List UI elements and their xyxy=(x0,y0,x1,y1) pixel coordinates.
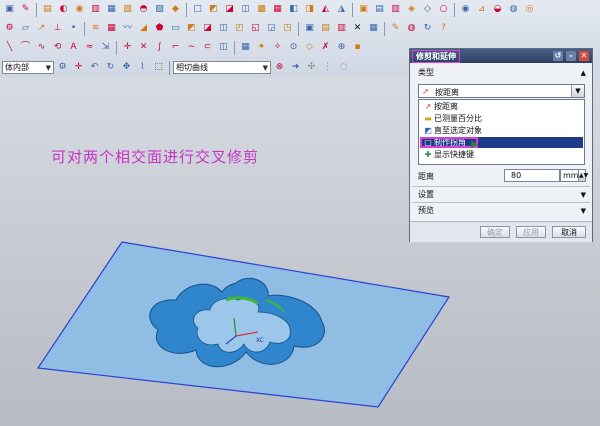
type-section-header[interactable]: 类型 ▲ xyxy=(412,67,590,79)
distance-spinner[interactable]: ▲▼ xyxy=(578,169,588,182)
distance-row: 距离 80 mm ▲▼ xyxy=(418,169,588,183)
apply-button[interactable]: 应用 xyxy=(516,226,546,238)
percent-icon: ▬ xyxy=(424,114,432,123)
annotation-text: 可对两个相交面进行交叉修剪 xyxy=(51,148,260,166)
xc-axis-label: XC xyxy=(256,337,264,344)
ok-button[interactable]: 确定 xyxy=(480,226,510,238)
chevron-up-icon: ▲ xyxy=(580,69,586,77)
type-section-label: 类型 xyxy=(418,68,434,77)
until-selected-icon: ◩ xyxy=(424,126,432,135)
type-option-shortcuts[interactable]: ✚ 显示快捷键 xyxy=(420,149,583,160)
type-option-percent[interactable]: ▬ 已测量百分比 xyxy=(420,113,583,124)
dialog-titlebar[interactable]: 修剪和延伸 ↺ – ✕ xyxy=(410,49,592,63)
dialog-title: 修剪和延伸 xyxy=(412,50,460,63)
type-option-label: 已测量百分比 xyxy=(434,114,482,123)
distance-icon: ↗ xyxy=(422,87,429,96)
cancel-button[interactable]: 取消 xyxy=(552,226,586,238)
shortcut-icon: ✚ xyxy=(424,150,432,159)
type-combo-value: 按距离 xyxy=(435,88,459,97)
trim-extend-dialog: 修剪和延伸 ↺ – ✕ 类型 ▲ ↗ 按距离 ▼ ↗ 按距离 ▬ 已测量百分比 … xyxy=(409,48,593,242)
type-option-distance[interactable]: ↗ 按距离 xyxy=(420,101,583,112)
preview-section-label: 预览 xyxy=(418,206,434,215)
dialog-button-bar: 确定 应用 取消 xyxy=(410,221,592,242)
close-icon[interactable]: ✕ xyxy=(579,51,589,61)
type-dropdown-list: ↗ 按距离 ▬ 已测量百分比 ◩ 直至选定对象 ▢ 制作拐角 ✚ 显示快捷键 xyxy=(418,99,585,165)
type-combo[interactable]: ↗ 按距离 ▼ xyxy=(418,84,585,98)
preview-section-header[interactable]: 预览 ▼ xyxy=(412,205,590,217)
type-option-label: 直至选定对象 xyxy=(434,126,482,135)
reset-icon[interactable]: ↺ xyxy=(553,51,563,61)
settings-section-label: 设置 xyxy=(418,190,434,199)
section-divider xyxy=(412,186,590,187)
settings-section-header[interactable]: 设置 ▼ xyxy=(412,189,590,201)
distance-icon: ↗ xyxy=(424,102,432,111)
chevron-down-icon: ▼ xyxy=(580,191,586,199)
minimize-icon[interactable]: – xyxy=(566,51,576,61)
distance-input[interactable]: 80 xyxy=(504,169,560,182)
type-option-label: 显示快捷键 xyxy=(434,150,474,159)
type-option-make-corner[interactable]: ▢ 制作拐角 xyxy=(420,137,583,149)
type-option-until-selected[interactable]: ◩ 直至选定对象 xyxy=(420,125,583,136)
type-option-label: 按距离 xyxy=(434,102,458,111)
chevron-down-icon: ▼ xyxy=(580,207,586,215)
chevron-down-icon[interactable]: ▼ xyxy=(571,85,584,97)
distance-label: 距离 xyxy=(418,172,434,181)
section-divider xyxy=(412,202,590,203)
